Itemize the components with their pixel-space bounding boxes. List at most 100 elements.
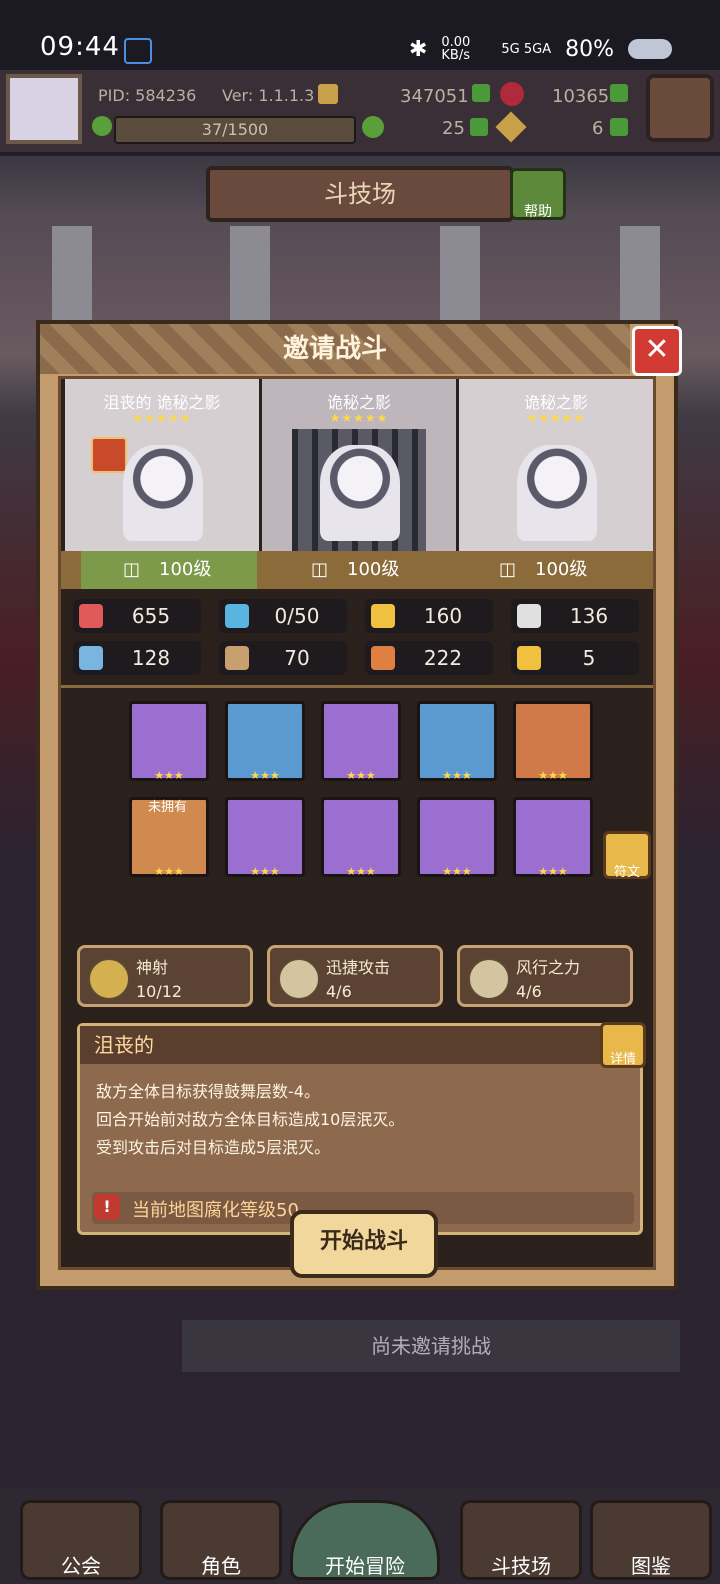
stat-attack: 128 (73, 641, 201, 675)
stat-value: 5 (582, 646, 596, 670)
skill-tag[interactable]: 风行之力 4/6 (457, 945, 633, 1007)
no-invite-text: 尚未邀请挑战 (182, 1320, 680, 1372)
character-sprite (123, 445, 203, 541)
skill-count: 4/6 (326, 982, 352, 1001)
nav-label: 公会 (61, 1554, 101, 1578)
stat-value: 136 (569, 604, 609, 628)
horseshoe-icon (517, 646, 541, 670)
nav-codex[interactable]: 图鉴 (590, 1500, 712, 1580)
fist-icon (79, 646, 103, 670)
item-stars: ★★★ (346, 865, 376, 878)
skill-tag[interactable]: 神射 10/12 (77, 945, 253, 1007)
add-clover-icon[interactable] (470, 118, 488, 136)
boots-icon[interactable]: ★★★ (513, 797, 593, 878)
stat-luck: 5 (511, 641, 639, 675)
battery-icon (628, 39, 672, 59)
energy-text: 37/1500 (201, 120, 269, 139)
skill-count: 4/6 (516, 982, 542, 1001)
dialog-body: 沮丧的 诡秘之影 ★★★★★ 诡秘之影 ★★★★★ 诡秘之影 ★★★★★ ◫ 1… (58, 376, 656, 1270)
nav-arena[interactable]: 斗技场 (460, 1500, 582, 1580)
add-gem-icon[interactable] (610, 84, 628, 102)
clock: 09:44 (40, 32, 120, 62)
skill-name: 风行之力 (516, 958, 581, 977)
stat-value: 128 (131, 646, 171, 670)
bow-icon[interactable]: ★★★ (129, 701, 209, 782)
necklace-icon[interactable]: ★★★ (321, 701, 401, 782)
card-icon (371, 646, 395, 670)
key-icon (495, 111, 527, 143)
stat-value: 0/50 (274, 604, 320, 628)
energy-gauge: 37/1500 (114, 116, 356, 144)
character-name: 诡秘之影 (523, 393, 588, 412)
character-level: 100级 (535, 559, 588, 580)
character-slot-2[interactable]: 诡秘之影 ★★★★★ (262, 379, 456, 551)
nav-label: 斗技场 (491, 1554, 551, 1578)
nav-character[interactable]: 角色 (160, 1500, 282, 1580)
stat-magic: 70 (219, 641, 347, 675)
stat-value: 160 (423, 604, 463, 628)
trait-line: 敌方全体目标获得鼓舞层数-4。 (96, 1082, 320, 1101)
character-slot-1[interactable]: 沮丧的 诡秘之影 ★★★★★ (65, 379, 259, 551)
details-button[interactable]: 详情 (600, 1022, 646, 1068)
trait-title: 沮丧的 (80, 1026, 614, 1064)
nav-label: 图鉴 (631, 1554, 671, 1578)
character-stars: ★★★★★ (132, 411, 192, 425)
page-title: 斗技场 (206, 166, 514, 222)
help-label: 帮助 (524, 204, 552, 220)
book-icon (225, 646, 249, 670)
item-stars: ★★★ (250, 769, 280, 782)
player-avatar[interactable] (6, 74, 82, 144)
item-stars: ★★★ (442, 769, 472, 782)
character-slot-3[interactable]: 诡秘之影 ★★★★★ (459, 379, 653, 551)
nav-guild[interactable]: 公会 (20, 1500, 142, 1580)
status-bar: 09:44 ✱ 0.00 KB/s 5G 5GA 80% (0, 0, 720, 70)
dialog-title: 邀请战斗 (40, 324, 630, 374)
rune-label: 符文 (613, 865, 640, 880)
stat-card: 222 (365, 641, 493, 675)
rune-button[interactable]: 符文 (603, 831, 651, 880)
belt-icon[interactable]: ★★★ (417, 797, 497, 878)
divider (61, 685, 653, 688)
shield-icon (371, 604, 395, 628)
character-sprite (517, 445, 597, 541)
gloves-icon[interactable]: ★★★ (321, 797, 401, 878)
details-label: 详情 (609, 1052, 636, 1067)
character-name: 沮丧的 诡秘之影 (103, 393, 221, 412)
skill-tag[interactable]: 迅捷攻击 4/6 (267, 945, 443, 1007)
arrow-icon[interactable]: ★★★ (225, 701, 305, 782)
item-stars: ★★★ (538, 865, 568, 878)
stat-speed: 136 (511, 599, 639, 633)
item-stars: ★★★ (442, 865, 472, 878)
network-type: 5G 5GA (501, 41, 552, 57)
start-battle-button[interactable]: 开始战斗 (290, 1210, 438, 1278)
stat-defense: 160 (365, 599, 493, 633)
crown-amulet-icon[interactable]: ★★★ (513, 701, 593, 782)
close-button[interactable]: ✕ (632, 326, 682, 376)
warning-icon: ! (94, 1194, 120, 1220)
helmet-icon[interactable]: 未拥有 ★★★ (129, 797, 209, 878)
character-stars: ★★★★★ (329, 411, 389, 425)
skill-count: 10/12 (136, 982, 183, 1001)
add-gold-icon[interactable] (472, 84, 490, 102)
skill-icon (468, 958, 510, 1000)
gold-amount: 347051 (400, 86, 469, 107)
add-key-icon[interactable] (610, 118, 628, 136)
network-speed: 0.00 KB/s (441, 35, 471, 63)
level-icon: ◫ (311, 559, 329, 580)
leader-badge-icon (91, 437, 127, 473)
gold-coin-icon (318, 84, 338, 104)
ring-icon[interactable]: ★★★ (417, 701, 497, 782)
character-stars: ★★★★★ (526, 411, 586, 425)
game-version: Ver: 1.1.1.3 (222, 86, 315, 105)
heart-icon (79, 604, 103, 628)
stat-value: 70 (284, 646, 310, 670)
armor-icon[interactable]: ★★★ (225, 797, 305, 878)
character-name: 诡秘之影 (326, 393, 391, 412)
trait-description-panel: 沮丧的 详情 敌方全体目标获得鼓舞层数-4。 回合开始前对敌方全体目标造成10层… (77, 1022, 646, 1235)
trait-line: 回合开始前对敌方全体目标造成10层泯灭。 (96, 1110, 405, 1129)
key-amount: 6 (592, 118, 604, 139)
help-button[interactable]: 帮助 (510, 168, 566, 220)
settings-gear-icon[interactable] (646, 74, 714, 142)
app-notification-icon (124, 38, 152, 64)
item-stars: ★★★ (250, 865, 280, 878)
